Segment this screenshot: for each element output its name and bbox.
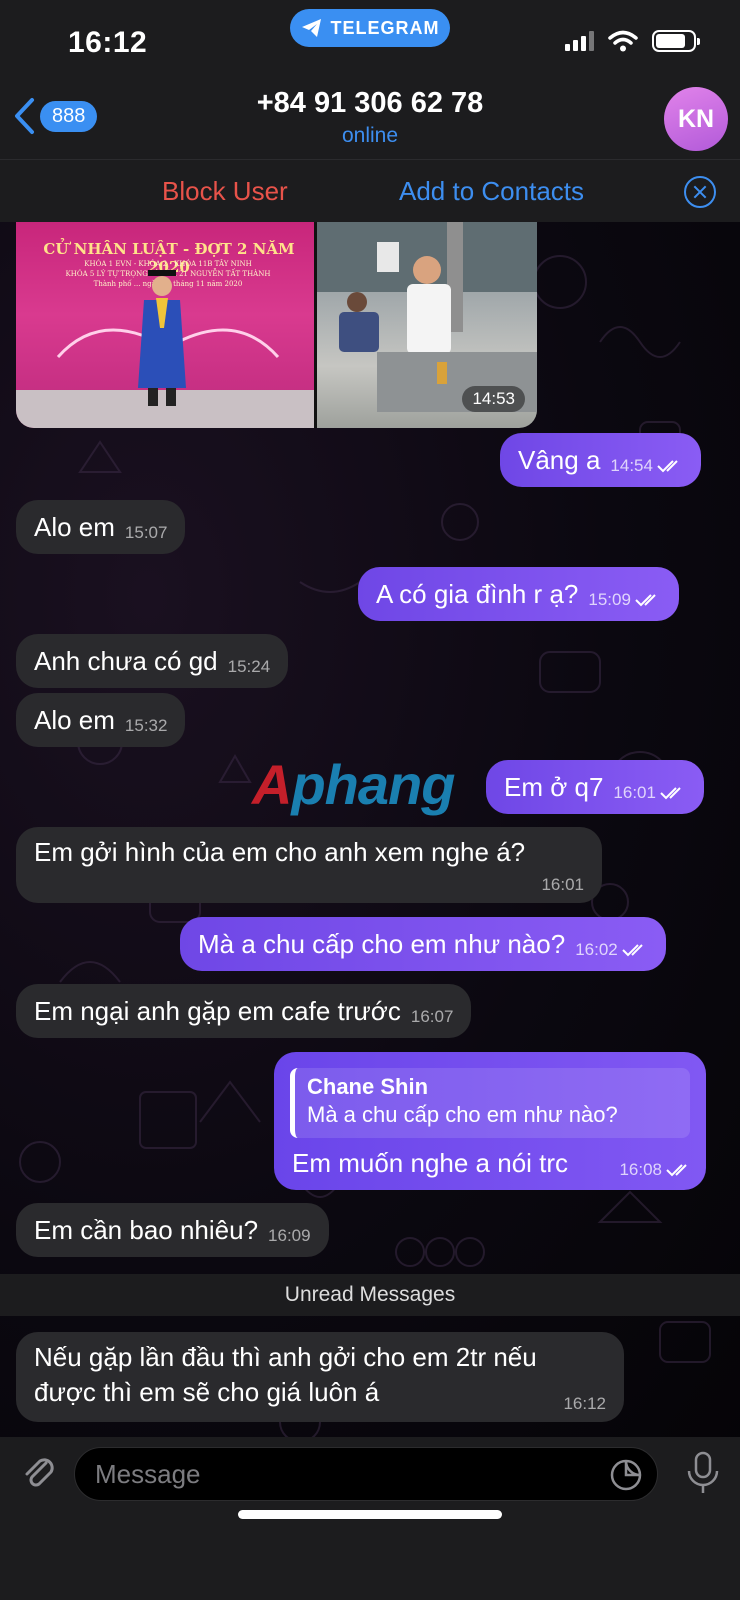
double-check-icon — [657, 460, 678, 473]
time-label: 16:01 — [613, 783, 656, 802]
message-time: 16:01 — [541, 875, 584, 894]
message-bubble-outgoing[interactable]: Em ở q7 16:01 — [486, 760, 704, 814]
message-bubble-outgoing[interactable]: Vâng a 14:54 — [500, 433, 701, 487]
message-bubble-incoming[interactable]: Nếu gặp lần đầu thì anh gởi cho em 2tr n… — [16, 1332, 624, 1422]
contact-action-bar: Block User Add to Contacts — [0, 159, 740, 222]
message-bubble-incoming[interactable]: Em ngại anh gặp em cafe trước 16:07 — [16, 984, 472, 1038]
banner-line: KHÓA 1 EVN - KHÓA 2 - KHÓA 11B TÂY NINH — [84, 260, 252, 268]
message-bubble-incoming[interactable]: Anh chưa có gd 15:24 — [16, 634, 289, 688]
wifi-icon — [608, 30, 638, 52]
message-time: 16:07 — [410, 1007, 454, 1026]
double-check-icon — [635, 594, 656, 607]
message-time: 15:07 — [124, 523, 168, 542]
graduate-figure — [138, 270, 186, 406]
message-text: Mà a chu cấp cho em như nào? — [198, 928, 566, 959]
cellular-signal-icon — [565, 31, 594, 51]
chat-header: 888 +84 91 306 62 78 online KN — [0, 75, 740, 159]
double-check-icon — [622, 944, 643, 957]
battery-icon — [652, 30, 700, 52]
message-text: Vâng a — [518, 444, 601, 475]
message-time: 16:08 — [619, 1160, 692, 1180]
message-text-line: được thì em sẽ cho giá luôn á — [34, 1377, 380, 1407]
message-text: Em gởi hình của em cho anh xem nghe á? — [34, 837, 526, 867]
photo-album[interactable]: CỬ NHÂN LUẬT - ĐỢT 2 NĂM 2020 KHÓA 1 EVN… — [16, 222, 537, 428]
photo-timestamp: 14:53 — [462, 386, 525, 412]
block-user-button[interactable]: Block User — [162, 176, 288, 207]
message-bubble-outgoing[interactable]: Mà a chu cấp cho em như nào? 16:02 — [180, 917, 666, 971]
close-icon[interactable] — [684, 176, 716, 208]
home-indicator[interactable] — [238, 1510, 502, 1519]
add-to-contacts-button[interactable]: Add to Contacts — [399, 176, 584, 207]
watermark-text: phang — [291, 753, 455, 816]
message-bubble-reply[interactable]: Chane Shin Mà a chu cấp cho em như nào? … — [274, 1052, 706, 1190]
message-text-line: Nếu gặp lần đầu thì anh gởi cho em 2tr n… — [34, 1342, 537, 1372]
status-icons — [565, 30, 700, 52]
message-time: 16:09 — [268, 1226, 311, 1245]
message-text: Em muốn nghe a nói trc — [292, 1148, 569, 1178]
avatar-initials: KN — [677, 104, 715, 133]
unread-messages-divider: Unread Messages — [0, 1274, 740, 1316]
time-label: 15:09 — [588, 590, 631, 609]
avatar[interactable]: KN — [664, 87, 728, 151]
message-text: Alo em — [34, 511, 115, 542]
message-bubble-incoming[interactable]: Em gởi hình của em cho anh xem nghe á? 1… — [16, 827, 602, 903]
watermark-letter: A — [252, 753, 292, 816]
reply-quoted-text: Mà a chu cấp cho em như nào? — [307, 1102, 618, 1127]
telegram-icon — [301, 19, 321, 37]
status-bar: 16:12 TELEGRAM — [0, 0, 740, 75]
time-label: 16:02 — [575, 940, 618, 959]
status-clock: 16:12 — [68, 26, 148, 59]
message-text: Anh chưa có gd — [34, 645, 218, 676]
telegram-pill[interactable]: TELEGRAM — [290, 9, 450, 47]
restaurant-photo[interactable]: 14:53 — [317, 222, 537, 428]
message-time: 15:32 — [124, 716, 168, 735]
message-time: 16:01 — [613, 783, 686, 803]
message-text: Em cần bao nhiêu? — [34, 1214, 259, 1245]
message-bubble-incoming[interactable]: Em cần bao nhiêu? 16:09 — [16, 1203, 329, 1257]
sticker-icon[interactable] — [609, 1458, 643, 1492]
double-check-icon — [660, 787, 681, 800]
message-text: Em ngại anh gặp em cafe trước — [34, 995, 401, 1026]
double-check-icon — [666, 1164, 687, 1177]
message-time: 15:09 — [588, 590, 661, 610]
message-time: 16:02 — [575, 940, 648, 960]
reply-author: Chane Shin — [307, 1074, 429, 1099]
watermark-logo: Aphang — [252, 752, 455, 817]
message-time: 14:54 — [610, 456, 683, 476]
telegram-pill-label: TELEGRAM — [330, 17, 440, 38]
chat-status: online — [341, 124, 399, 147]
microphone-icon[interactable] — [684, 1451, 722, 1495]
message-text: A có gia đình r ạ? — [376, 578, 579, 609]
message-field[interactable] — [74, 1447, 658, 1501]
message-bubble-incoming[interactable]: Alo em 15:07 — [16, 500, 186, 554]
time-label: 14:54 — [610, 456, 653, 475]
graduation-photo[interactable]: CỬ NHÂN LUẬT - ĐỢT 2 NĂM 2020 KHÓA 1 EVN… — [16, 222, 314, 428]
message-text: Em ở q7 — [504, 771, 604, 802]
time-label: 16:08 — [619, 1160, 662, 1179]
message-input[interactable] — [95, 1448, 595, 1500]
message-text: Alo em — [34, 704, 115, 735]
message-time: 15:24 — [227, 657, 271, 676]
message-bubble-outgoing[interactable]: A có gia đình r ạ? 15:09 — [358, 567, 679, 621]
message-bubble-incoming[interactable]: Alo em 15:32 — [16, 693, 186, 747]
message-time: 16:12 — [563, 1394, 606, 1413]
chat-title[interactable]: +84 91 306 62 78 — [0, 87, 740, 120]
paperclip-icon[interactable] — [18, 1451, 58, 1491]
reply-quote[interactable]: Chane Shin Mà a chu cấp cho em như nào? — [290, 1068, 690, 1138]
